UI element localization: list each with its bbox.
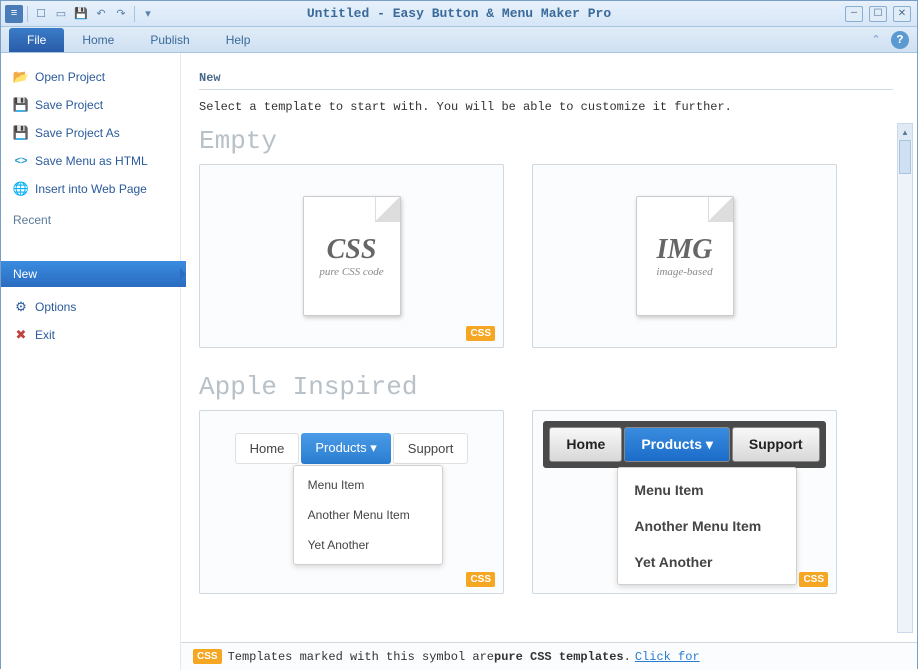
vertical-scrollbar[interactable]: ▲ — [897, 123, 913, 633]
dropdown-item: Menu Item — [294, 470, 442, 500]
sidebar-label: Insert into Web Page — [35, 182, 147, 196]
file-small-label: pure CSS code — [319, 266, 383, 278]
sidebar-label: Open Project — [35, 70, 105, 84]
tab-file[interactable]: File — [9, 28, 64, 52]
globe-icon: 🌐 — [13, 181, 29, 197]
page-desc: Select a template to start with. You wil… — [199, 90, 893, 122]
undo-icon[interactable]: ↶ — [92, 5, 110, 23]
sidebar-label: Save Project — [35, 98, 103, 112]
code-icon: <> — [13, 153, 29, 169]
file-small-label: image-based — [656, 266, 712, 278]
dropdown-item: Another Menu Item — [294, 500, 442, 530]
sidebar-item-exit[interactable]: ✖ Exit — [1, 321, 180, 349]
sidebar-item-options[interactable]: ⚙ Options — [1, 293, 180, 321]
section-title-apple: Apple Inspired — [199, 368, 893, 410]
ribbon-collapse-icon[interactable]: ⌃ — [867, 31, 885, 49]
file-big-label: IMG — [656, 234, 712, 266]
dropdown-item: Yet Another — [618, 544, 796, 580]
menu-btn-products: Products ▾ — [624, 427, 730, 462]
content-pane: New Select a template to start with. You… — [181, 53, 917, 670]
ribbon-tabs: File Home Publish Help ⌃ ? — [1, 27, 917, 53]
menu-dropdown: Menu Item Another Menu Item Yet Another — [617, 467, 797, 585]
dropdown-item: Another Menu Item — [618, 508, 796, 544]
template-card-apple-light[interactable]: Home Products ▾ Support Menu Item Anothe… — [199, 410, 504, 594]
window-title: Untitled - Easy Button & Menu Maker Pro — [307, 6, 611, 21]
sidebar-label: Save Menu as HTML — [35, 154, 148, 168]
menu-preview-light: Home Products ▾ Support Menu Item Anothe… — [235, 433, 469, 464]
qat-dropdown-icon[interactable]: ▾ — [139, 5, 157, 23]
tab-home[interactable]: Home — [64, 28, 132, 52]
file-sidebar: 📂 Open Project 💾 Save Project 💾 Save Pro… — [1, 53, 181, 670]
open-icon[interactable]: ▭ — [52, 5, 70, 23]
footer-bold: pure CSS templates — [494, 650, 624, 664]
menu-btn-products: Products ▾ — [301, 433, 390, 464]
page-title: New — [199, 71, 893, 90]
tab-publish[interactable]: Publish — [132, 28, 207, 52]
section-title-empty: Empty — [199, 122, 893, 164]
menu-btn-home: Home — [235, 433, 300, 464]
menu-dropdown: Menu Item Another Menu Item Yet Another — [293, 465, 443, 565]
sidebar-item-saveas[interactable]: 💾 Save Project As — [1, 119, 180, 147]
footer-note: CSS Templates marked with this symbol ar… — [181, 642, 917, 670]
dropdown-item: Yet Another — [294, 530, 442, 560]
sidebar-item-insert[interactable]: 🌐 Insert into Web Page — [1, 175, 180, 203]
save-icon[interactable]: 💾 — [72, 5, 90, 23]
template-row-apple: Home Products ▾ Support Menu Item Anothe… — [199, 410, 893, 594]
close-icon: ✖ — [13, 327, 29, 343]
sidebar-section-recent: Recent — [1, 203, 180, 233]
new-icon[interactable]: ☐ — [32, 5, 50, 23]
scroll-thumb[interactable] — [899, 140, 911, 174]
sidebar-item-open[interactable]: 📂 Open Project — [1, 63, 180, 91]
quick-access-toolbar: ≡ ☐ ▭ 💾 ↶ ↷ ▾ — [1, 5, 157, 23]
sidebar-label: Options — [35, 300, 76, 314]
sidebar-label: New — [13, 267, 37, 281]
gear-icon: ⚙ — [13, 299, 29, 315]
folder-open-icon: 📂 — [13, 69, 29, 85]
template-card-css[interactable]: CSS pure CSS code CSS — [199, 164, 504, 348]
menu-preview-dark: Home Products ▾ Support Menu Item Anothe… — [543, 421, 825, 468]
sidebar-label: Save Project As — [35, 126, 120, 140]
menu-btn-home: Home — [549, 427, 622, 462]
scroll-up-icon[interactable]: ▲ — [898, 124, 912, 140]
file-icon: CSS pure CSS code — [303, 196, 401, 316]
window-controls: — ☐ ✕ — [845, 6, 911, 22]
main-layout: 📂 Open Project 💾 Save Project 💾 Save Pro… — [1, 53, 917, 670]
file-big-label: CSS — [327, 234, 377, 266]
tab-help[interactable]: Help — [208, 28, 269, 52]
sidebar-item-savehtml[interactable]: <> Save Menu as HTML — [1, 147, 180, 175]
dropdown-item: Menu Item — [618, 472, 796, 508]
minimize-button[interactable]: — — [845, 6, 863, 22]
css-badge: CSS — [466, 572, 495, 587]
sidebar-item-new[interactable]: New — [1, 261, 186, 287]
app-icon: ≡ — [5, 5, 23, 23]
sidebar-label: Exit — [35, 328, 55, 342]
redo-icon[interactable]: ↷ — [112, 5, 130, 23]
template-card-img[interactable]: IMG image-based — [532, 164, 837, 348]
menu-btn-support: Support — [732, 427, 820, 462]
footer-link[interactable]: Click for — [635, 650, 700, 664]
css-badge: CSS — [799, 572, 828, 587]
template-card-apple-dark[interactable]: Home Products ▾ Support Menu Item Anothe… — [532, 410, 837, 594]
footer-text: Templates marked with this symbol are — [228, 650, 494, 664]
close-button[interactable]: ✕ — [893, 6, 911, 22]
save-icon: 💾 — [13, 97, 29, 113]
help-icon[interactable]: ? — [891, 31, 909, 49]
maximize-button[interactable]: ☐ — [869, 6, 887, 22]
footer-text: . — [624, 650, 631, 664]
template-row-empty: CSS pure CSS code CSS IMG image-based — [199, 164, 893, 348]
menu-btn-support: Support — [393, 433, 469, 464]
file-icon: IMG image-based — [636, 196, 734, 316]
titlebar: ≡ ☐ ▭ 💾 ↶ ↷ ▾ Untitled - Easy Button & M… — [1, 1, 917, 27]
css-badge: CSS — [466, 326, 495, 341]
save-as-icon: 💾 — [13, 125, 29, 141]
css-badge: CSS — [193, 649, 222, 664]
sidebar-item-save[interactable]: 💾 Save Project — [1, 91, 180, 119]
